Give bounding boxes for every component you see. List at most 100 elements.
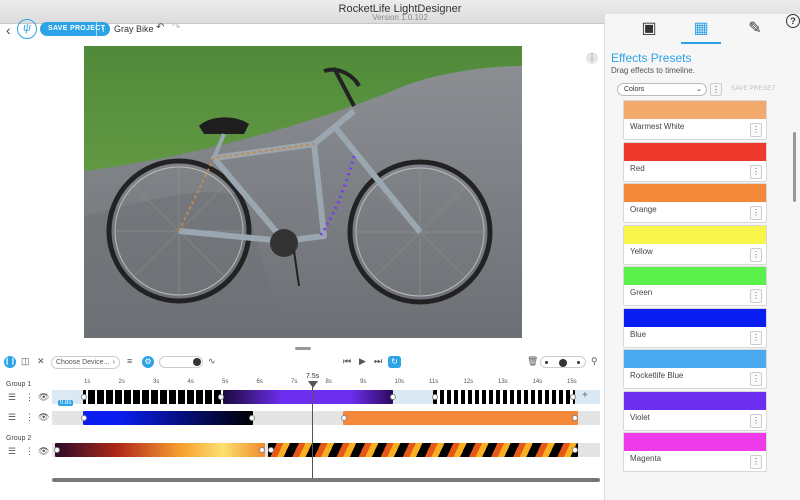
bluetooth-icon[interactable]: ✕ xyxy=(37,356,45,367)
zoom-fit-icon[interactable]: ⚲ xyxy=(591,356,598,367)
ruler-tick-label: 14s xyxy=(532,379,543,385)
zoom-dot-large[interactable] xyxy=(559,359,567,367)
orange-clip[interactable] xyxy=(343,411,578,425)
preset-card[interactable]: Green ⋮ xyxy=(623,266,767,306)
skip-back-icon[interactable]: ⏮ xyxy=(343,356,351,367)
edit-tab-icon[interactable]: ✎ xyxy=(735,18,775,44)
preset-card[interactable]: Yellow ⋮ xyxy=(623,224,767,265)
preset-menu-icon[interactable]: ⋮ xyxy=(750,123,762,137)
effects-tab-icon[interactable]: ▦ xyxy=(681,18,721,44)
preset-card[interactable]: Warmest White ⋮ xyxy=(623,100,767,140)
sync-button[interactable]: ⚙ xyxy=(142,356,154,368)
skip-forward-icon[interactable]: ⏭ xyxy=(374,356,382,367)
preset-card[interactable]: Orange ⋮ xyxy=(623,183,767,223)
group-2-menu-icon[interactable]: ⋮ xyxy=(25,446,34,457)
category-select[interactable]: Colors ⌄ xyxy=(617,83,707,96)
preset-card[interactable]: Magenta ⋮ xyxy=(623,432,767,472)
blue-gradient-clip[interactable] xyxy=(83,411,253,425)
redo-icon[interactable]: ↷ xyxy=(172,22,180,33)
waveform-icon[interactable]: ∿ xyxy=(208,356,216,367)
back-button[interactable]: ‹ xyxy=(6,22,11,38)
preset-swatch xyxy=(624,184,766,202)
save-menu-icon[interactable]: ⋮ xyxy=(96,22,110,36)
playhead-line[interactable] xyxy=(312,386,313,478)
wave-pattern-clip[interactable] xyxy=(433,390,575,404)
sliders-icon[interactable]: ≡ xyxy=(127,356,132,366)
device-select[interactable]: Choose Device... › xyxy=(51,356,120,369)
clip-handle[interactable] xyxy=(259,447,265,453)
save-preset-button[interactable]: SAVE PRESET xyxy=(731,86,776,92)
resize-handle[interactable] xyxy=(295,347,311,350)
undo-icon[interactable]: ↶ xyxy=(156,22,164,33)
preset-card[interactable]: Red ⋮ xyxy=(623,141,767,182)
group-2-visibility-icon[interactable]: 👁 xyxy=(38,446,49,457)
clip-handle[interactable] xyxy=(432,394,438,400)
group-1-label: Group 1 xyxy=(6,381,32,388)
preset-menu-icon[interactable]: ⋮ xyxy=(750,372,762,386)
image-tab-icon[interactable]: ▣ xyxy=(629,18,669,44)
loop-button[interactable]: ↻ xyxy=(388,356,401,368)
clip-handle[interactable] xyxy=(54,447,60,453)
preset-menu-icon[interactable]: ⋮ xyxy=(750,206,762,220)
zoom-dot-small[interactable] xyxy=(577,361,580,364)
group-2-drag-icon[interactable]: ☰ xyxy=(8,446,16,457)
violet-gradient-clip[interactable] xyxy=(223,390,393,404)
brightness-slider[interactable] xyxy=(159,356,203,368)
preset-menu-icon[interactable]: ⋮ xyxy=(750,247,762,262)
preset-menu-icon[interactable]: ⋮ xyxy=(750,455,762,469)
preset-card[interactable]: Rocketlife Blue ⋮ xyxy=(623,349,767,389)
preset-menu-icon[interactable]: ⋮ xyxy=(750,289,762,303)
group-1-visibility-icon[interactable]: 👁 xyxy=(38,392,49,403)
category-menu-icon[interactable]: ⋮ xyxy=(710,83,722,96)
save-project-button[interactable]: SAVE PROJECT ⋮ xyxy=(40,22,110,36)
photo-menu-icon[interactable]: ⋮ xyxy=(586,52,598,64)
pause-button[interactable]: ❙❙ xyxy=(4,356,16,368)
category-select-value: Colors xyxy=(624,86,645,93)
stripe-clip[interactable] xyxy=(268,443,578,457)
group-1-drag-icon[interactable]: ☰ xyxy=(8,392,16,403)
group-1-menu-icon[interactable]: ⋮ xyxy=(25,392,34,403)
clip-handle[interactable] xyxy=(572,415,578,421)
clip-handle[interactable] xyxy=(572,447,578,453)
preset-swatch xyxy=(624,267,766,285)
clip-handle[interactable] xyxy=(249,415,255,421)
pattern-clip[interactable] xyxy=(83,390,223,404)
clip-handle[interactable] xyxy=(81,394,87,400)
ruler-tick-label: 7s xyxy=(291,379,298,385)
clip-handle[interactable] xyxy=(341,415,347,421)
preset-card[interactable]: Violet ⋮ xyxy=(623,390,767,431)
preset-name: Warmest White xyxy=(630,122,685,131)
preset-menu-icon[interactable]: ⋮ xyxy=(750,164,762,179)
timeline-scrollbar[interactable] xyxy=(52,478,600,482)
help-icon[interactable]: ? xyxy=(786,14,800,28)
clip-handle[interactable] xyxy=(390,394,396,400)
import-icon[interactable]: ◫ xyxy=(21,356,30,367)
right-panel: ▣ ▦ ✎ ? Effects Presets Drag effects to … xyxy=(604,14,800,500)
clip-handle[interactable] xyxy=(570,394,576,400)
ruler-tick-label: 8s xyxy=(325,379,332,385)
track-2-visibility-icon[interactable]: 👁 xyxy=(38,412,49,423)
panel-scrollbar[interactable] xyxy=(793,132,796,202)
preset-menu-icon[interactable]: ⋮ xyxy=(750,330,762,345)
preset-swatch xyxy=(624,225,766,244)
zoom-control[interactable] xyxy=(540,356,586,368)
play-icon[interactable]: ▶ xyxy=(359,356,366,367)
preset-swatch xyxy=(624,350,766,368)
track-2-drag-icon[interactable]: ☰ xyxy=(8,412,16,423)
chevron-right-icon: › xyxy=(112,359,115,366)
track-2-menu-icon[interactable]: ⋮ xyxy=(25,412,34,423)
ruler-tick-label: 6s xyxy=(256,379,263,385)
slider-knob[interactable] xyxy=(193,358,201,366)
clip-handle[interactable] xyxy=(218,394,224,400)
clip-handle[interactable] xyxy=(268,447,274,453)
preset-swatch xyxy=(624,433,766,451)
add-clip-icon[interactable]: + xyxy=(582,390,588,401)
zoom-dot-small[interactable] xyxy=(545,361,548,364)
trash-icon[interactable]: 🗑 xyxy=(527,356,538,367)
preset-card[interactable]: Blue ⋮ xyxy=(623,307,767,348)
clip-handle[interactable] xyxy=(81,415,87,421)
playhead-marker[interactable] xyxy=(308,381,318,388)
preset-swatch xyxy=(624,142,766,161)
preset-menu-icon[interactable]: ⋮ xyxy=(750,413,762,428)
fire-gradient-clip[interactable] xyxy=(55,443,265,457)
